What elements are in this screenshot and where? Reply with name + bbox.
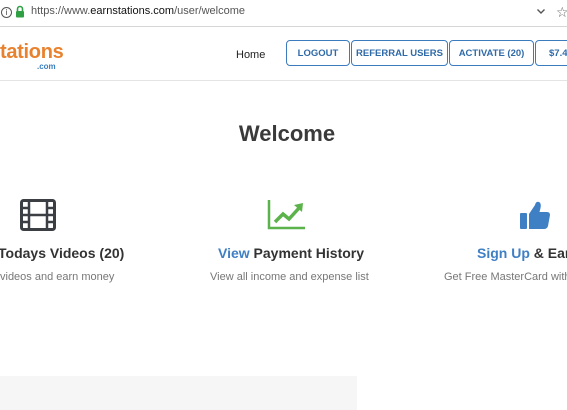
url-path: /user/welcome — [174, 5, 245, 17]
browser-address-bar: i https://www.earnstations.com/user/welc… — [0, 0, 567, 27]
balance-button[interactable]: $7.4 — [535, 40, 567, 66]
thumbs-up-icon[interactable] — [519, 200, 551, 230]
sign-up-title-text: & Earn — [533, 245, 567, 261]
sign-up-description: Get Free MasterCard with — [444, 271, 567, 283]
videos-title-text: Todays Videos (20) — [0, 245, 125, 261]
url-prefix: https://www. — [31, 5, 91, 17]
film-icon[interactable] — [20, 199, 56, 231]
logo-suffix: .com — [37, 62, 56, 71]
payment-history-title-highlight: View — [218, 245, 250, 261]
lock-icon — [16, 5, 24, 18]
star-icon[interactable]: ☆ — [556, 3, 567, 21]
url-domain: earnstations.com — [90, 5, 175, 17]
site-header: tations .com Home LOGOUT REFERRAL USERS … — [0, 27, 567, 81]
nav-home-link[interactable]: Home — [236, 49, 265, 61]
info-icon[interactable]: i — [1, 7, 12, 18]
page-title: Welcome — [238, 121, 336, 146]
logo[interactable]: tations — [0, 41, 64, 64]
activate-button[interactable]: ACTIVATE (20) — [449, 40, 534, 66]
sign-up-title-highlight: Sign Up — [477, 245, 530, 261]
videos-title[interactable]: Todays Videos (20) — [0, 245, 124, 261]
payment-history-title-text: Payment History — [249, 245, 365, 261]
payment-history-title[interactable]: View Payment History — [218, 245, 364, 261]
referral-users-button[interactable]: REFERRAL USERS — [351, 40, 448, 66]
sign-up-title[interactable]: Sign Up & Earn — [477, 245, 567, 261]
url-field[interactable]: https://www.earnstations.com/user/welcom… — [31, 5, 245, 17]
logout-button[interactable]: LOGOUT — [286, 40, 350, 66]
payment-history-description: View all income and expense list — [210, 271, 369, 283]
bottom-panel — [0, 376, 357, 410]
chevron-down-icon[interactable] — [536, 6, 546, 16]
trending-up-icon[interactable] — [267, 199, 306, 230]
videos-description: videos and earn money — [0, 271, 115, 283]
